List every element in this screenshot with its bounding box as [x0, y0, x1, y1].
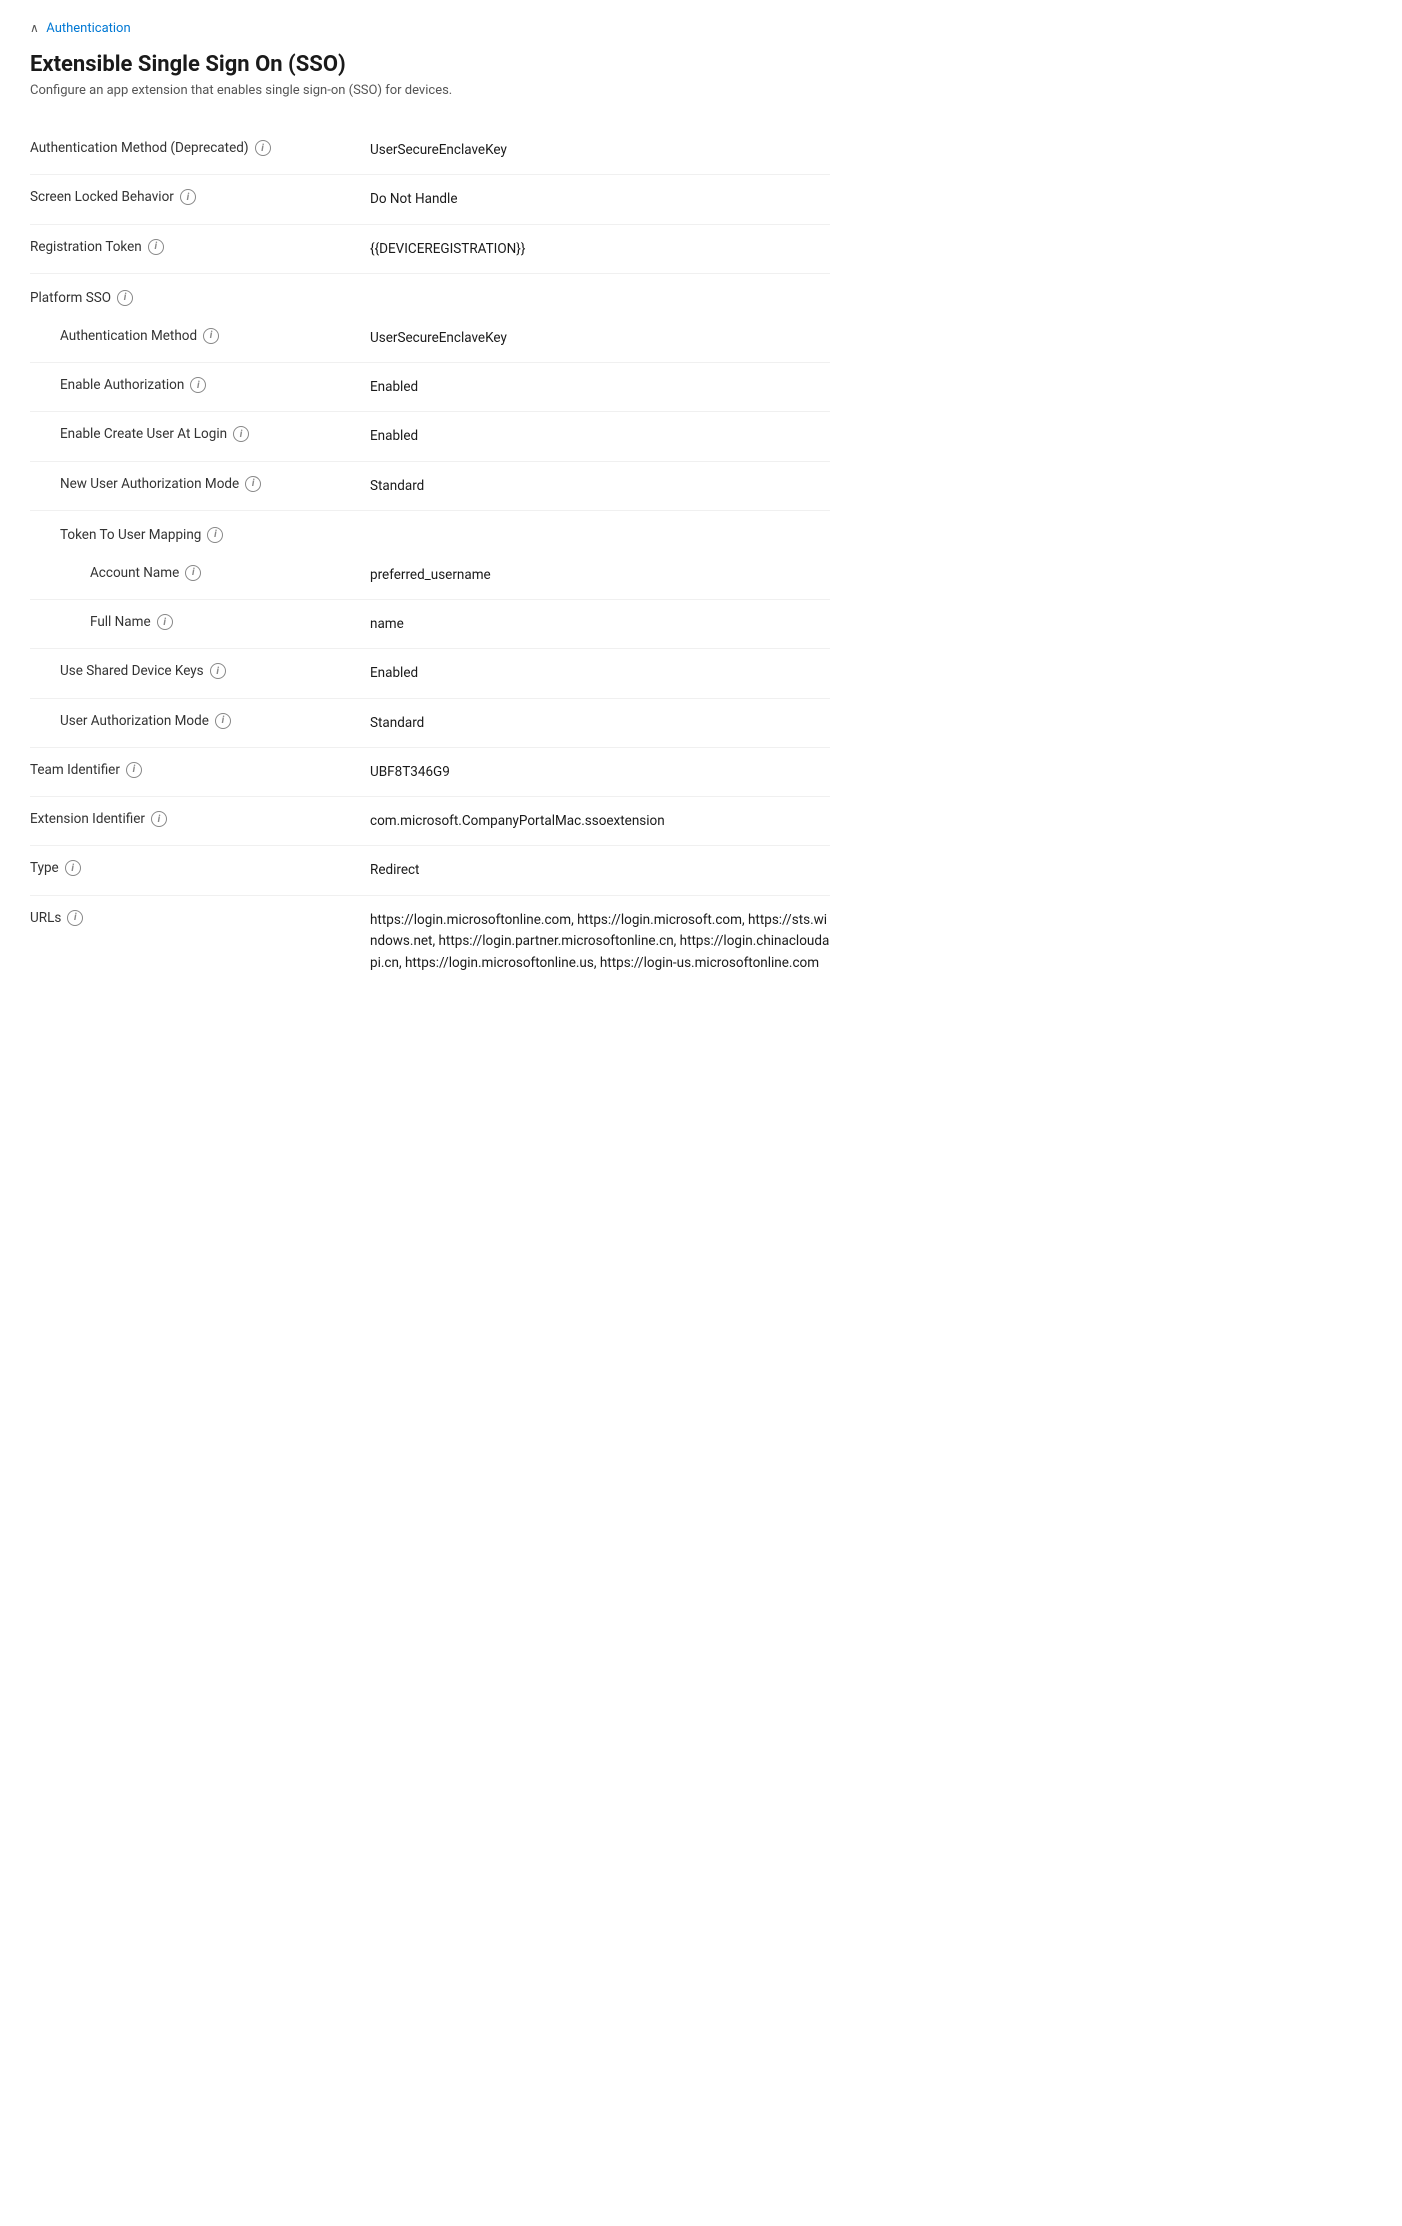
section-token-user-mapping: Token To User Mapping i [30, 511, 830, 551]
section-platform-sso: Platform SSO i [30, 274, 830, 314]
field-label-registration-token: Registration Token [30, 239, 142, 255]
breadcrumb-chevron: ∧ [30, 21, 39, 35]
info-icon-platform-sso[interactable]: i [117, 290, 133, 306]
field-row-full-name: Full Name i name [30, 600, 830, 649]
field-label-urls: URLs [30, 910, 61, 926]
field-value-use-shared-device-keys: Enabled [370, 663, 830, 683]
fields-container: Authentication Method (Deprecated) i UserS… [30, 126, 830, 988]
info-icon-extension-identifier[interactable]: i [151, 811, 167, 827]
field-row-screen-locked-behavior: Screen Locked Behavior i Do Not Handle [30, 175, 830, 224]
field-row-team-identifier: Team Identifier i UBF8T346G9 [30, 748, 830, 797]
field-label-use-shared-device-keys: Use Shared Device Keys [60, 663, 204, 679]
info-icon-auth-method[interactable]: i [203, 328, 219, 344]
info-icon-auth-method-deprecated[interactable]: i [255, 140, 271, 156]
info-icon-user-auth-mode[interactable]: i [215, 713, 231, 729]
section-label-token-user-mapping: Token To User Mapping [60, 527, 201, 543]
field-label-enable-create-user: Enable Create User At Login [60, 426, 227, 442]
info-icon-new-user-auth-mode[interactable]: i [245, 476, 261, 492]
field-row-enable-authorization: Enable Authorization i Enabled [30, 363, 830, 412]
field-row-user-auth-mode: User Authorization Mode i Standard [30, 699, 830, 748]
info-icon-enable-authorization[interactable]: i [190, 377, 206, 393]
field-row-type: Typei Redirect [30, 846, 830, 895]
field-row-auth-method: Authentication Method i UserSecureEnclaveK… [30, 314, 830, 363]
field-value-full-name: name [370, 614, 830, 634]
info-icon-account-name[interactable]: i [185, 565, 201, 581]
field-label-type: Type [30, 860, 59, 876]
field-label-enable-authorization: Enable Authorization [60, 377, 184, 393]
field-value-new-user-auth-mode: Standard [370, 476, 830, 496]
field-value-type: Redirect [370, 860, 830, 880]
field-value-registration-token: {{DEVICEREGISTRATION}} [370, 239, 830, 259]
info-icon-screen-locked-behavior[interactable]: i [180, 189, 196, 205]
breadcrumb: ∧ Authentication [30, 20, 830, 36]
breadcrumb-link[interactable]: Authentication [46, 21, 130, 36]
field-label-auth-method-deprecated: Authentication Method (Deprecated) [30, 140, 249, 156]
page-subtitle: Configure an app extension that enables … [30, 83, 830, 98]
field-row-auth-method-deprecated: Authentication Method (Deprecated) i UserS… [30, 126, 830, 175]
field-row-registration-token: Registration Token i {{DEVICEREGISTRATION}… [30, 225, 830, 274]
field-value-user-auth-mode: Standard [370, 713, 830, 733]
field-row-enable-create-user: Enable Create User At Login i Enabled [30, 412, 830, 461]
section-label-platform-sso: Platform SSO [30, 290, 111, 306]
info-icon-use-shared-device-keys[interactable]: i [210, 663, 226, 679]
field-row-new-user-auth-mode: New User Authorization Mode i Standard [30, 462, 830, 511]
field-value-urls: https://login.microsoftonline.com, https… [370, 910, 830, 975]
field-row-extension-identifier: Extension Identifier i com.microsoft.Compa… [30, 797, 830, 846]
field-value-enable-authorization: Enabled [370, 377, 830, 397]
info-icon-urls[interactable]: i [67, 910, 83, 926]
field-value-auth-method: UserSecureEnclaveKey [370, 328, 830, 348]
info-icon-token-user-mapping[interactable]: i [207, 527, 223, 543]
info-icon-type[interactable]: i [65, 860, 81, 876]
field-label-screen-locked-behavior: Screen Locked Behavior [30, 189, 174, 205]
field-label-full-name: Full Name [90, 614, 151, 630]
field-row-use-shared-device-keys: Use Shared Device Keys i Enabled [30, 649, 830, 698]
info-icon-registration-token[interactable]: i [148, 239, 164, 255]
field-label-auth-method: Authentication Method [60, 328, 197, 344]
field-row-urls: URLsi https://login.microsoftonline.com, … [30, 896, 830, 989]
field-value-auth-method-deprecated: UserSecureEnclaveKey [370, 140, 830, 160]
field-value-extension-identifier: com.microsoft.CompanyPortalMac.ssoextens… [370, 811, 830, 831]
field-value-enable-create-user: Enabled [370, 426, 830, 446]
field-label-user-auth-mode: User Authorization Mode [60, 713, 209, 729]
field-label-extension-identifier: Extension Identifier [30, 811, 145, 827]
field-label-new-user-auth-mode: New User Authorization Mode [60, 476, 239, 492]
field-label-team-identifier: Team Identifier [30, 762, 120, 778]
page-title: Extensible Single Sign On (SSO) [30, 52, 830, 77]
info-icon-team-identifier[interactable]: i [126, 762, 142, 778]
field-label-account-name: Account Name [90, 565, 179, 581]
field-value-team-identifier: UBF8T346G9 [370, 762, 830, 782]
field-row-account-name: Account Name i preferred_username [30, 551, 830, 600]
field-value-account-name: preferred_username [370, 565, 830, 585]
info-icon-enable-create-user[interactable]: i [233, 426, 249, 442]
field-value-screen-locked-behavior: Do Not Handle [370, 189, 830, 209]
info-icon-full-name[interactable]: i [157, 614, 173, 630]
